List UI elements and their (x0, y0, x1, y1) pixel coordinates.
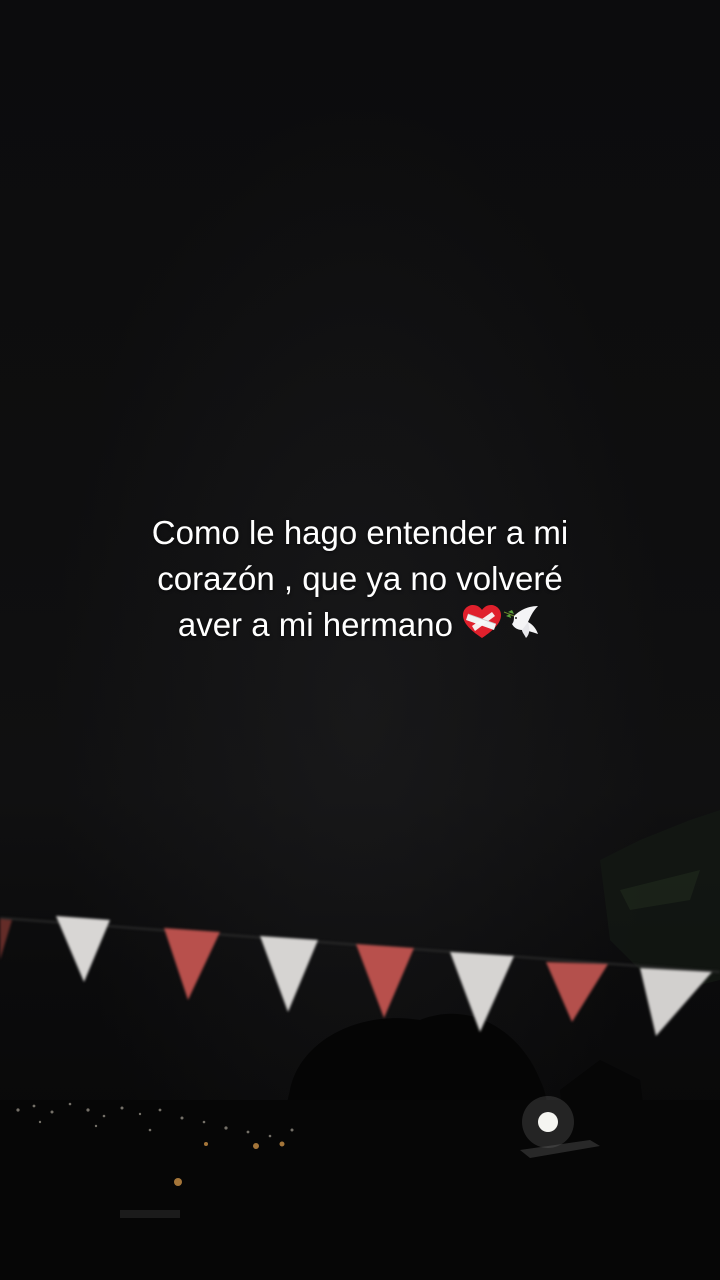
caption-line-3-text: aver a mi hermano (177, 606, 453, 643)
photo-scene: Como le hago entender a mi corazón , que… (0, 0, 720, 1280)
flag-red (164, 928, 220, 1000)
mending-heart-icon (463, 605, 502, 638)
bunting-flags (0, 916, 720, 1036)
caption-text: Como le hago entender a mi corazón , que… (60, 510, 660, 648)
city-lights (0, 1096, 720, 1280)
dove-icon (503, 606, 539, 638)
caption-line-2: corazón , que ya no volveré (157, 560, 563, 597)
flag-red (356, 944, 414, 1018)
flag-white (56, 916, 110, 982)
flag-white (260, 936, 318, 1012)
flag-red (0, 918, 12, 960)
flag-white (450, 952, 514, 1032)
flag-red (546, 962, 608, 1022)
flag-white (640, 968, 712, 1036)
caption-line-1: Como le hago entender a mi (151, 514, 569, 551)
caption-line-3: aver a mi hermano (60, 602, 660, 648)
